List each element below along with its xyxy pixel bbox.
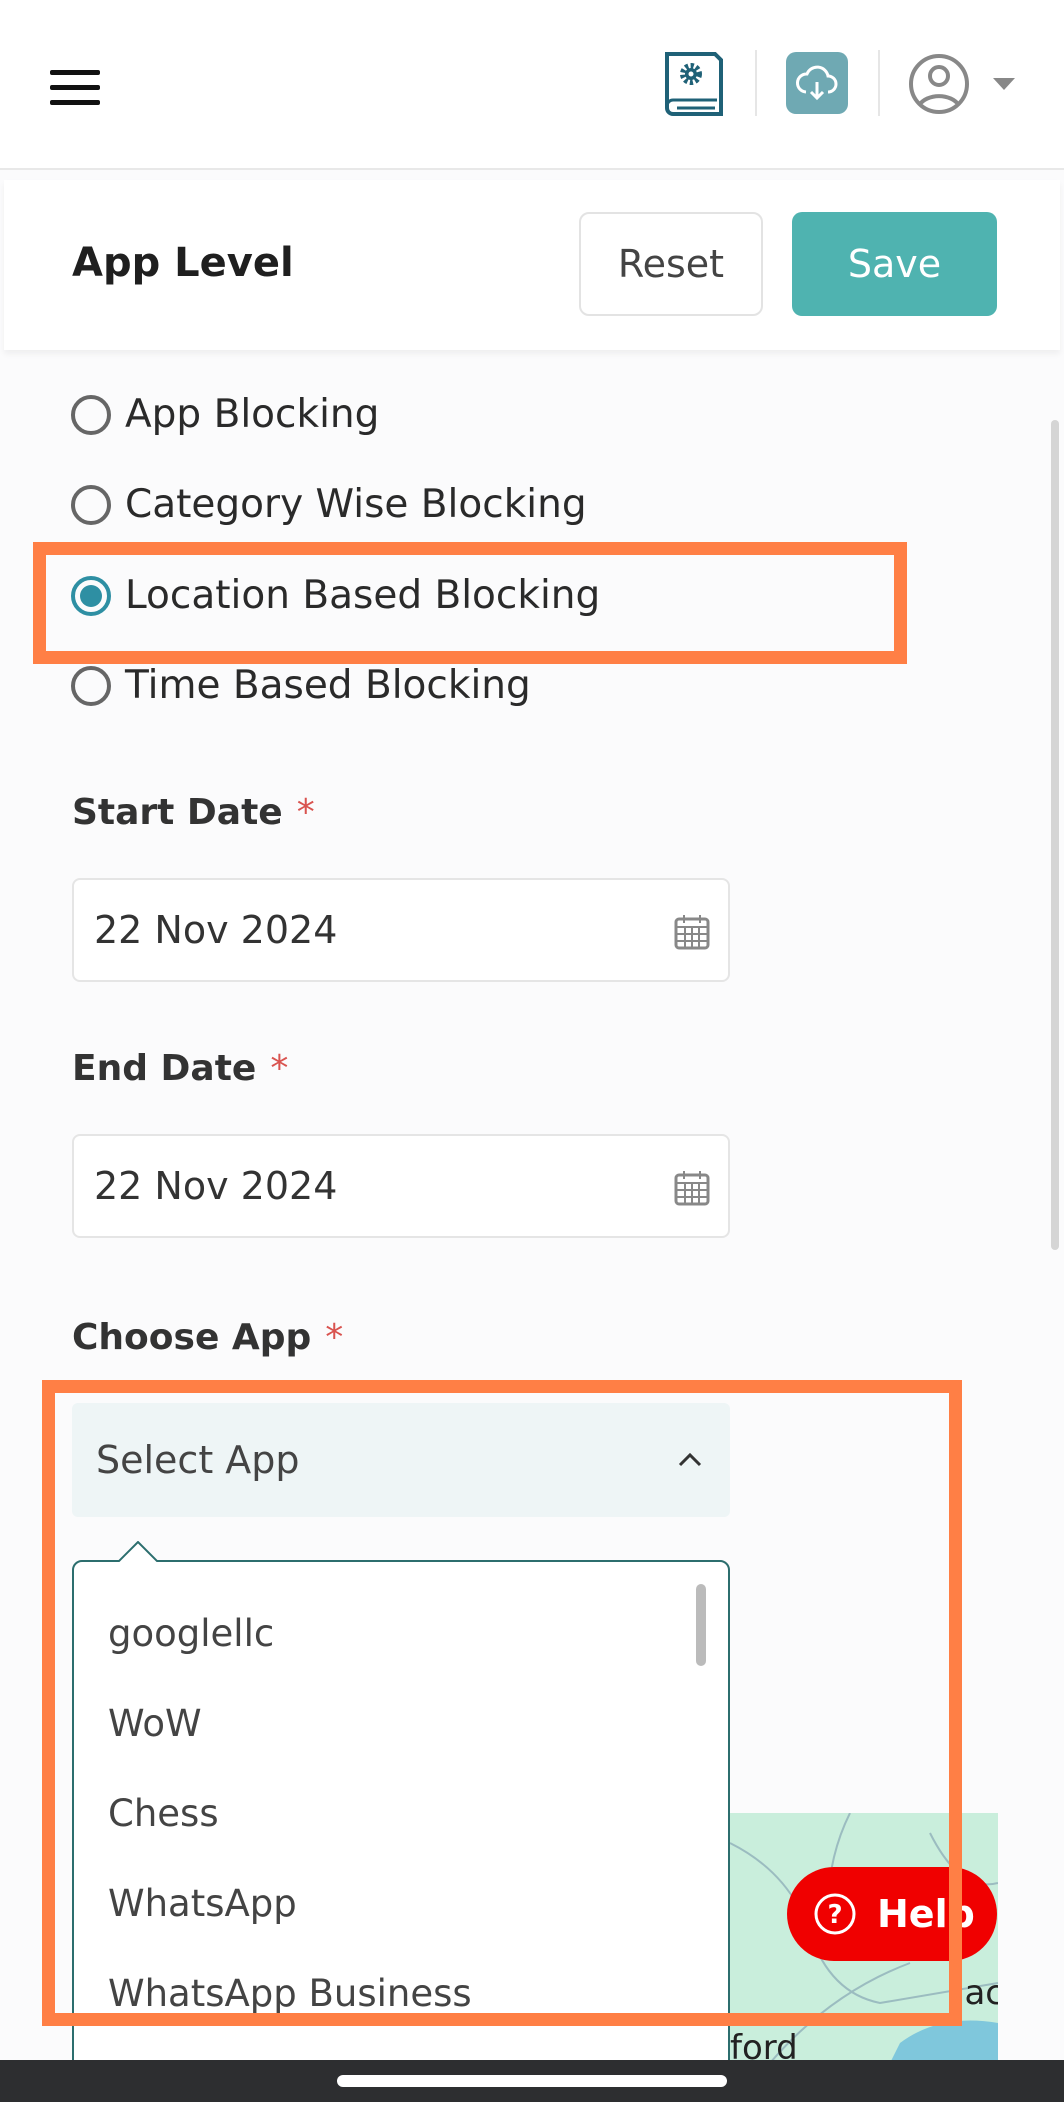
calendar-icon[interactable] (674, 914, 710, 950)
radio-time-based-blocking[interactable]: Time Based Blocking (71, 663, 531, 708)
radio-icon (71, 665, 111, 706)
map-label: ford (730, 2028, 798, 2063)
start-date-input[interactable]: 22 Nov 2024 (72, 878, 730, 982)
end-date-label: End Date * (72, 1048, 289, 1089)
radio-category-wise-blocking[interactable]: Category Wise Blocking (71, 482, 587, 527)
cloud-download-button[interactable] (786, 52, 848, 114)
user-avatar-icon[interactable] (908, 53, 970, 115)
highlight-box-location (33, 542, 907, 664)
page-header-card: App Level Reset Save (4, 180, 1060, 350)
radio-app-blocking[interactable]: App Blocking (71, 392, 379, 437)
page-title: App Level (72, 240, 294, 286)
caret-down-icon[interactable] (993, 78, 1015, 90)
book-settings-icon[interactable] (663, 50, 725, 116)
system-nav-bar (0, 2060, 1064, 2102)
radio-label: Category Wise Blocking (125, 482, 587, 527)
reset-button[interactable]: Reset (579, 212, 763, 316)
menu-icon[interactable] (50, 70, 100, 105)
end-date-input[interactable]: 22 Nov 2024 (72, 1134, 730, 1238)
radio-icon (71, 484, 111, 525)
radio-label: App Blocking (125, 392, 380, 437)
start-date-label: Start Date * (72, 792, 315, 833)
scrollbar[interactable] (1051, 420, 1059, 1250)
radio-label: Time Based Blocking (125, 663, 531, 708)
choose-app-label: Choose App * (72, 1317, 344, 1358)
calendar-icon[interactable] (674, 1170, 710, 1206)
radio-icon (71, 394, 111, 435)
highlight-box-choose-app (42, 1380, 962, 2026)
home-gesture-handle[interactable] (337, 2075, 727, 2087)
cloud-download-icon (796, 65, 838, 101)
save-button[interactable]: Save (792, 212, 997, 316)
top-bar (0, 0, 1064, 170)
